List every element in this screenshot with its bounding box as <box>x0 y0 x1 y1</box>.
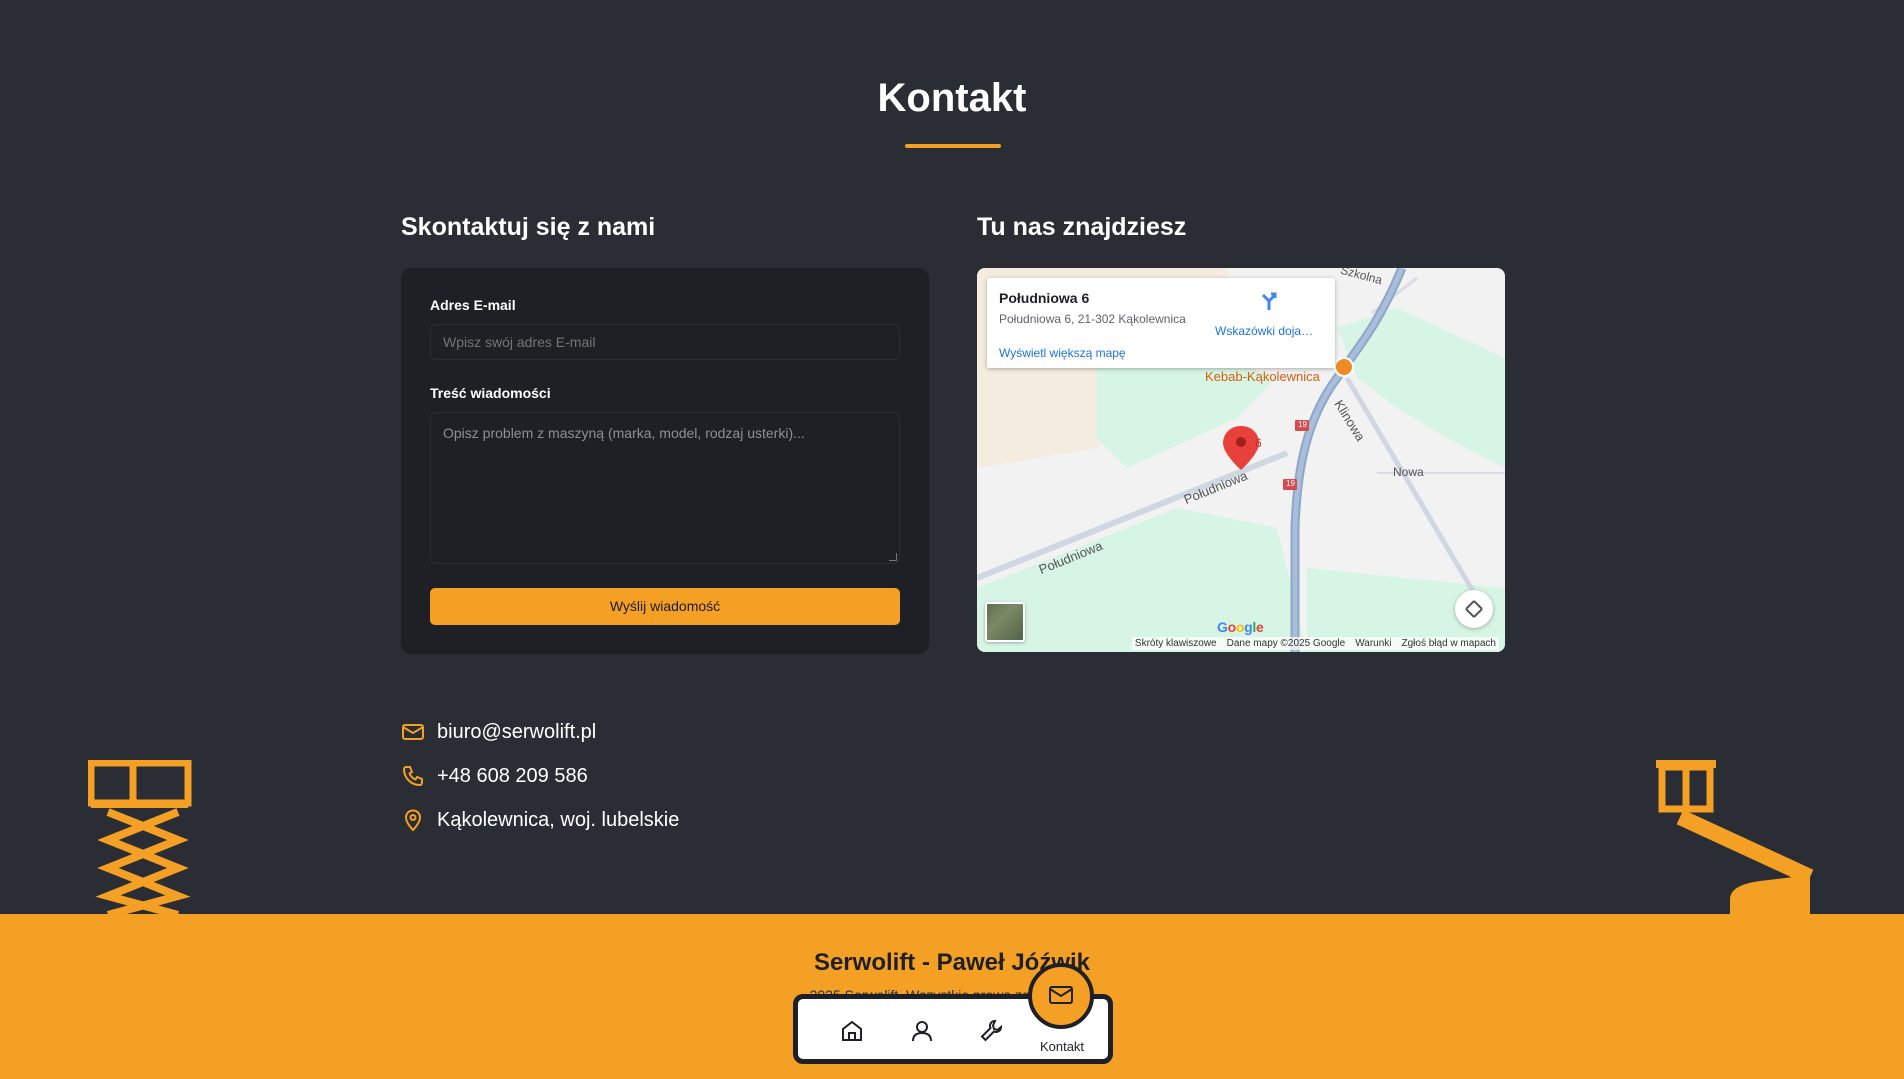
message-placeholder: Opisz problem z maszyną (marka, model, r… <box>443 425 805 441</box>
footer-title: Serwolift - Paweł Jóźwik <box>813 949 1091 976</box>
place-name: Południowa 6 <box>999 290 1090 306</box>
marker-number: 6 <box>1255 436 1262 450</box>
contact-form: Adres E-mail Treść wiadomości Opisz prob… <box>401 268 929 654</box>
directions-link[interactable]: Wskazówki doja… <box>1215 324 1315 338</box>
map-pin-icon <box>404 809 422 832</box>
user-icon[interactable] <box>908 1017 936 1045</box>
keyboard-shortcuts-link[interactable]: Skróty klawiszowe <box>1135 638 1217 649</box>
map-heading: Tu nas znajdziesz <box>977 213 1187 241</box>
nav-item-contact[interactable] <box>1028 963 1094 1029</box>
home-icon[interactable] <box>838 1017 866 1045</box>
message-label: Treść wiadomości <box>430 385 551 401</box>
report-error-link[interactable]: Zgłoś błąd w mapach <box>1402 638 1497 649</box>
email-label: Adres E-mail <box>430 297 516 313</box>
email-field[interactable] <box>430 324 900 360</box>
satellite-toggle[interactable] <box>985 602 1025 642</box>
scissor-lift-icon <box>88 760 192 915</box>
place-info-card: Południowa 6 Południowa 6, 21-302 Kąkole… <box>987 278 1335 368</box>
bottom-navigation: Kontakt <box>793 963 1113 1064</box>
map-label-nowa: Nowa <box>1393 465 1424 479</box>
contact-form-heading: Skontaktuj się z nami <box>401 213 656 241</box>
map-data-text: Dane mapy ©2025 Google <box>1226 638 1346 649</box>
phone-text: +48 608 209 586 <box>437 764 588 787</box>
map-footer: Skróty klawiszowe Dane mapy ©2025 Google… <box>1131 637 1499 650</box>
location-text: Kąkolewnica, woj. lubelskie <box>437 808 680 831</box>
wrench-icon[interactable] <box>978 1017 1006 1045</box>
directions-icon[interactable] <box>1258 290 1280 312</box>
section-title: Kontakt <box>877 76 1027 120</box>
contact-email[interactable]: biuro@serwolift.pl <box>401 720 596 744</box>
contact-phone[interactable]: +48 608 209 586 <box>401 764 588 788</box>
road-badge-19: 19 <box>1286 479 1295 488</box>
submit-button[interactable]: Wyślij wiadomość <box>430 588 900 625</box>
nav-label-contact[interactable]: Kontakt <box>1034 1039 1090 1054</box>
fullscreen-button[interactable] <box>1455 590 1493 628</box>
terms-link[interactable]: Warunki <box>1355 638 1391 649</box>
boom-lift-icon <box>1656 760 1814 914</box>
mail-icon <box>402 724 424 740</box>
resize-handle-icon[interactable] <box>889 553 897 561</box>
map-label-kebab: Kebab-Kąkolewnica <box>1205 369 1320 384</box>
expand-arrows-icon <box>1465 600 1483 618</box>
contact-location: Kąkolewnica, woj. lubelskie <box>401 808 679 832</box>
google-logo: Google <box>1217 619 1264 635</box>
mail-icon <box>1049 986 1073 1004</box>
section-title-underline <box>905 144 1001 148</box>
phone-icon <box>402 766 423 787</box>
larger-map-link[interactable]: Wyświetl większą mapę <box>999 346 1126 360</box>
message-textarea[interactable]: Opisz problem z maszyną (marka, model, r… <box>430 412 900 564</box>
google-map[interactable]: Szkolna Kebab-Kąkolewnica Klinowa Nowa P… <box>977 268 1505 652</box>
email-text: biuro@serwolift.pl <box>437 720 597 743</box>
road-badge-19: 19 <box>1298 420 1307 429</box>
place-address: Południowa 6, 21-302 Kąkolewnica <box>999 312 1186 326</box>
